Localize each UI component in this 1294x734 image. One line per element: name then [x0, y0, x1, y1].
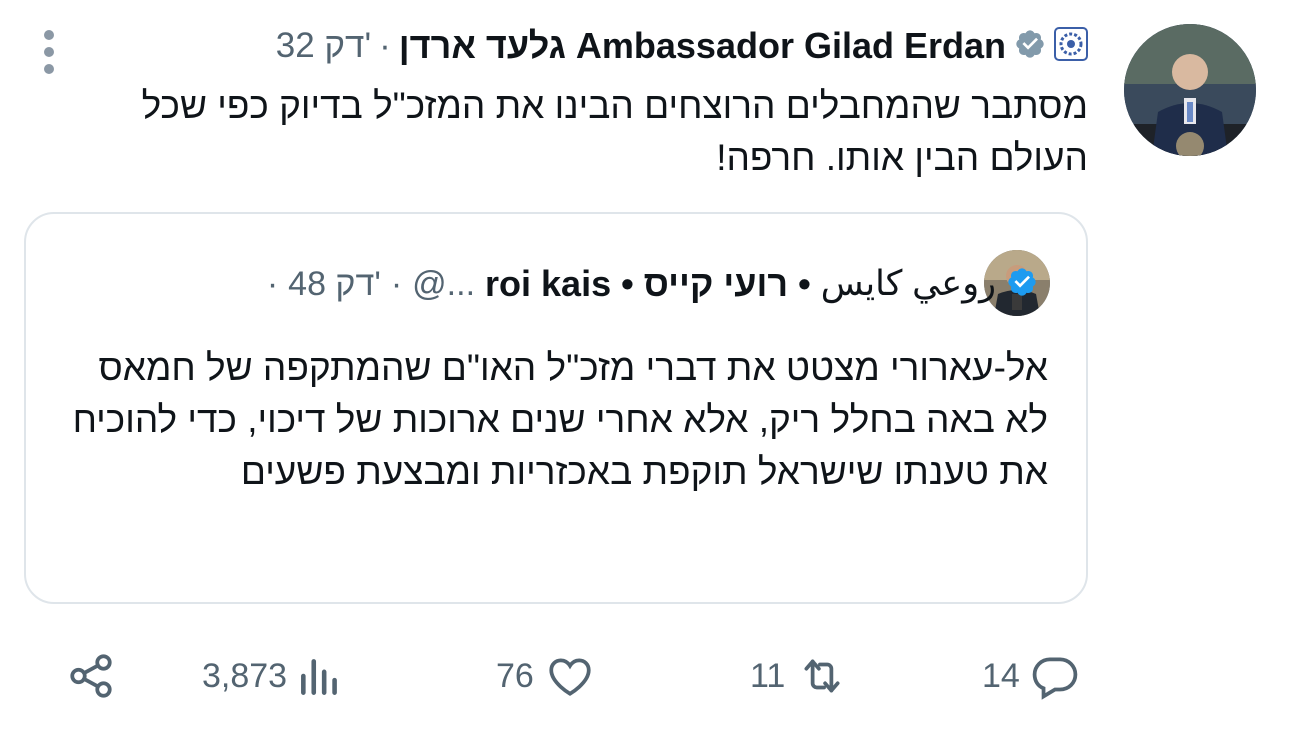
quoted-handle[interactable]: @...	[412, 265, 475, 304]
heart-icon	[542, 651, 598, 701]
views-count: 3,873	[202, 656, 288, 695]
retweet-count: 11	[750, 656, 786, 695]
quoted-tweet-time[interactable]: 48 דק'	[288, 265, 381, 304]
quoted-author-name[interactable]: roi kais • רועי קייס •	[485, 263, 811, 305]
tweet-time[interactable]: 32 דק'	[276, 26, 371, 66]
like-button[interactable]: 76	[496, 648, 598, 704]
views-icon	[295, 651, 345, 701]
share-icon	[66, 651, 116, 701]
author-avatar[interactable]	[1124, 24, 1256, 156]
retweet-button[interactable]: 11	[750, 648, 851, 704]
share-button[interactable]	[66, 648, 116, 704]
author-name[interactable]: גלעד ארדן Ambassador Gilad Erdan	[399, 25, 1006, 67]
like-count: 76	[496, 656, 534, 695]
un-emblem-icon	[1054, 26, 1088, 66]
tweet-header: גלעד ארדן Ambassador Gilad Erdan · 32 דק…	[276, 22, 1088, 70]
verified-badge-icon	[1006, 266, 1038, 303]
views-button[interactable]: 3,873	[202, 648, 345, 704]
reply-icon	[1028, 651, 1082, 701]
separator: ·	[379, 26, 391, 65]
tweet-text: מסתבר שהמחבלים הרוצחים הבינו את המזכ"ל ב…	[141, 85, 1088, 178]
quoted-tweet-text: אל-עארורי מצטט את דברי מזכ"ל האו"ם שהמתק…	[72, 347, 1048, 492]
retweet-icon	[793, 651, 851, 701]
quoted-display-name: روعي كايس	[820, 264, 996, 303]
reply-button[interactable]: 14	[982, 648, 1082, 704]
more-icon[interactable]	[40, 30, 58, 74]
reply-count: 14	[982, 656, 1020, 695]
separator: ·	[390, 264, 403, 303]
separator: ·	[266, 264, 279, 303]
verified-badge-icon	[1014, 28, 1046, 65]
quoted-tweet-header: روعي كايس roi kais • רועי קייס • @... · …	[267, 258, 1038, 310]
